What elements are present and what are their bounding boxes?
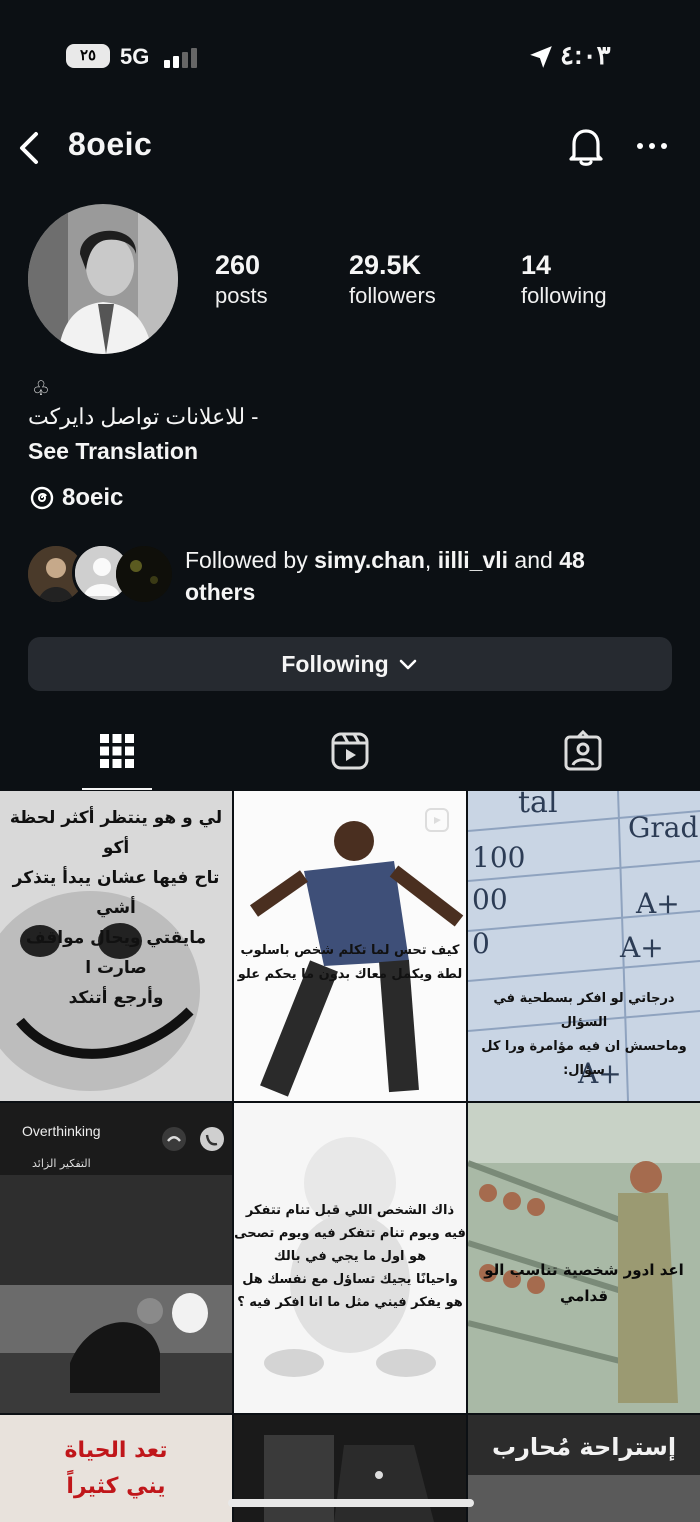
post-thumbnail-3[interactable]: tal Grad 100 A+ 00 A+ 0 A+ درجاتي لو افك… [468,791,700,1101]
post-thumbnail-6[interactable]: اعد ادور شخصية تناسب الو قدامي [468,1103,700,1413]
more-options-icon[interactable] [634,134,670,158]
battery-indicator: ٢٥ [66,44,110,68]
call-subtitle: التفكير الزائد [32,1157,91,1170]
post-thumbnail-2[interactable]: كيف تحس لما تكلم شخص باسلوب لطة ويكمل مع… [234,791,466,1101]
home-indicator[interactable] [228,1499,474,1507]
active-tab-indicator [82,788,152,790]
back-arrow-icon[interactable] [14,128,44,168]
call-buttons-icon [162,1127,224,1151]
post-9-caption: إستراحة مُحارب [491,1433,677,1461]
posts-count[interactable]: 260 [215,250,260,281]
post-thumbnail-9[interactable]: إستراحة مُحارب [468,1415,700,1522]
sheet-grade-1: A+ [636,887,680,920]
see-translation-link[interactable]: See Translation [28,438,198,465]
reels-tab-icon[interactable] [329,730,371,772]
sheet-header-2: Grad [628,811,699,844]
bio-clover-symbol: ♧ [32,378,50,400]
post-7-caption: تعد الحياة يني كثيراً [64,1438,168,1499]
post-5-caption: ذاك الشخص اللي قبل تنام تتفكر فيه ويوم ت… [234,1203,466,1310]
grid-tab-icon[interactable] [96,730,138,772]
post-3-caption: درجاتي لو افكر بسطحية في السؤال وماحسش ا… [481,991,687,1078]
clock-time: ٤:٠٣ [560,40,611,70]
following-button[interactable]: Following [28,637,672,691]
following-count[interactable]: 14 [521,250,551,281]
sheet-header-1: tal [518,791,558,820]
reel-badge-icon [425,808,449,832]
sheet-score-3: 0 [472,927,490,960]
threads-icon[interactable] [30,486,54,510]
threads-handle[interactable]: 8oeic [62,484,123,512]
followers-count[interactable]: 29.5K [349,250,421,281]
post-thumbnail-4[interactable]: Overthinking التفكير الزائد [0,1103,232,1413]
location-arrow-icon [530,46,552,68]
followed-by-text[interactable]: Followed by simy.chan, iilli_vli and 48 o… [185,544,655,608]
call-title: Overthinking [22,1123,101,1139]
post-thumbnail-7[interactable]: تعد الحياة يني كثيراً [0,1415,232,1522]
profile-avatar[interactable] [28,204,178,354]
sheet-score-1: 100 [472,841,526,874]
following-label[interactable]: following [521,283,607,309]
following-button-label: Following [281,650,389,677]
tagged-tab-icon[interactable] [562,730,604,772]
posts-label[interactable]: posts [215,283,268,309]
follower-avatar-3[interactable] [116,546,172,602]
signal-icon [164,48,197,68]
bio-text: للاعلانات تواصل دايركت - [28,404,259,429]
network-label: 5G [120,44,150,69]
post-6-caption: اعد ادور شخصية تناسب الو قدامي [484,1261,684,1305]
post-1-caption: لي و هو ينتظر أكثر لحظة أكو تاح فيها عشا… [9,808,223,1008]
chevron-down-icon [399,659,416,670]
profile-username: 8oeic [68,126,153,162]
post-2-caption: كيف تحس لما تكلم شخص باسلوب لطة ويكمل مع… [237,943,463,982]
post-thumbnail-5[interactable]: ذاك الشخص اللي قبل تنام تتفكر فيه ويوم ت… [234,1103,466,1413]
sheet-grade-2: A+ [620,931,664,964]
bell-icon[interactable] [566,124,606,168]
sheet-score-2: 00 [472,883,508,916]
followers-label[interactable]: followers [349,283,436,309]
post-thumbnail-1[interactable]: لي و هو ينتظر أكثر لحظة أكو تاح فيها عشا… [0,791,232,1101]
